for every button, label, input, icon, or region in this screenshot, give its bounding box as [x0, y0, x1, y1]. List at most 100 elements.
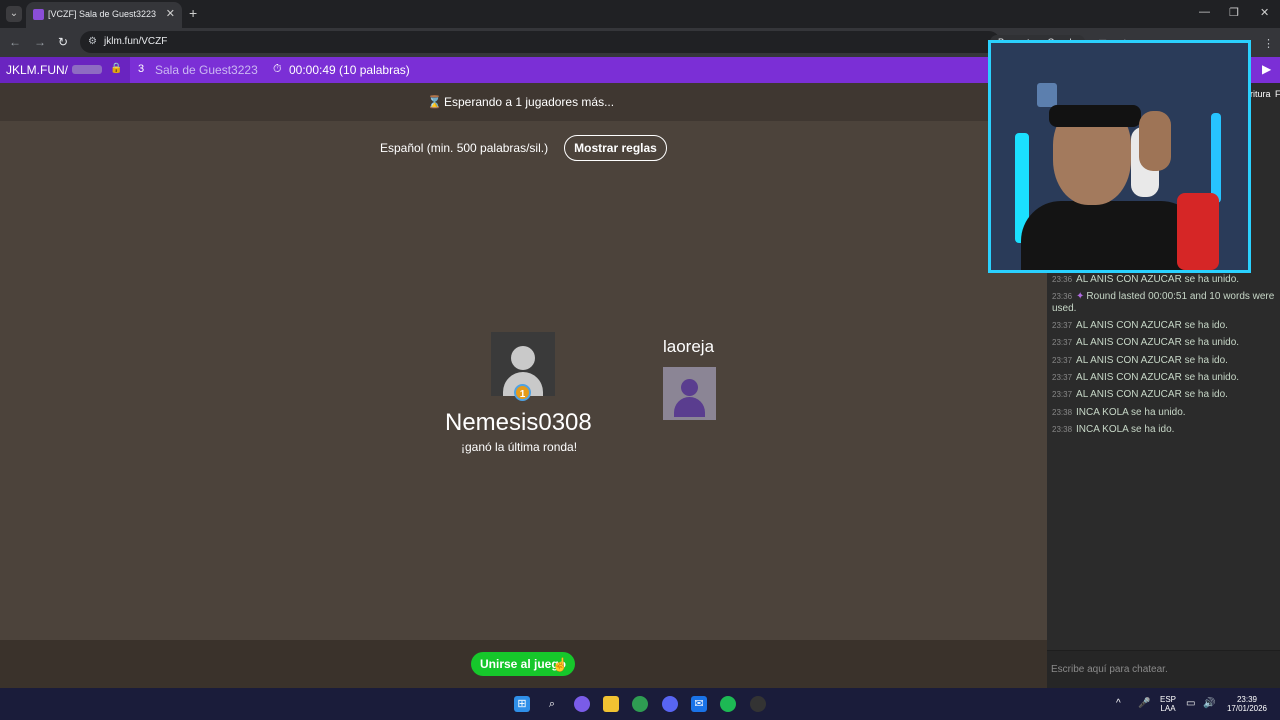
brand-text: JKLM.FUN/ — [6, 63, 69, 77]
last-round-winner-text: ¡ganó la última ronda! — [461, 440, 578, 454]
join-bar: Unirse al juego ☝ — [0, 640, 1047, 688]
minimize-icon[interactable]: — — [1199, 6, 1210, 18]
chat-tab-label-2[interactable]: F — [1275, 89, 1280, 99]
lock-icon: 🔒 — [110, 63, 123, 74]
chat-time: 23:37 — [1052, 356, 1073, 365]
chat-time: 23:37 — [1052, 373, 1073, 382]
language-indicator[interactable]: ESP LAA — [1158, 695, 1178, 713]
discord-icon[interactable] — [662, 696, 678, 712]
players-count: 3 — [138, 63, 145, 75]
dictionary-label: Español (min. 500 palabras/sil.) — [380, 141, 549, 155]
chat-message: 23:37 AL ANIS CON AZUCAR se ha ido. — [1052, 389, 1276, 401]
chat-time: 23:38 — [1052, 408, 1073, 417]
chat-text: AL ANIS CON AZUCAR se ha unido. — [1076, 372, 1240, 383]
network-icon[interactable]: ▭ — [1186, 699, 1195, 709]
screen: ⌄ [VCZF] Sala de Guest3223 ✕ + — ❐ ✕ ← →… — [0, 0, 1280, 720]
os-taskbar: ⊞ ⌕ ✉ ^ 🎤 ESP LAA ▭ 🔊 23:39 17/01/2026 — [0, 688, 1280, 720]
clock-date: 17/01/2026 — [1226, 704, 1268, 713]
language-top: ESP — [1159, 695, 1176, 704]
chat-text: AL ANIS CON AZUCAR se ha ido. — [1076, 355, 1228, 366]
chat-text: INCA KOLA se ha ido. — [1076, 424, 1175, 435]
avatar-body — [674, 397, 705, 417]
webcam-light — [1211, 113, 1221, 203]
site-info-icon[interactable]: ⚙ — [88, 36, 97, 47]
browser-menu-icon[interactable]: ⋮ — [1263, 37, 1274, 50]
round-timer: 00:00:49 (10 palabras) — [289, 63, 410, 77]
round-end-icon: ✦ — [1076, 291, 1085, 302]
clock[interactable]: 23:39 17/01/2026 — [1222, 695, 1272, 713]
avatar-head — [511, 346, 535, 370]
forward-icon[interactable]: → — [34, 35, 46, 49]
room-name: Sala de Guest3223 — [155, 63, 258, 77]
chat-input-area — [1047, 650, 1280, 688]
brand[interactable]: JKLM.FUN/ 🔒 — [0, 57, 130, 83]
waiting-status: Esperando a 1 jugadores más... — [444, 95, 615, 109]
webcam-headband — [1049, 105, 1141, 127]
chat-message: 23:38 INCA KOLA se ha unido. — [1052, 407, 1276, 419]
volume-icon[interactable]: 🔊 — [1203, 699, 1215, 709]
medal-icon: 1 — [514, 384, 531, 401]
restore-icon[interactable]: ❐ — [1229, 6, 1239, 19]
expand-arrow-icon[interactable]: ▶ — [1262, 62, 1271, 76]
copilot-icon[interactable] — [574, 696, 590, 712]
player2-avatar — [663, 367, 716, 420]
webcam-overlay — [988, 40, 1251, 273]
chat-message: 23:37 AL ANIS CON AZUCAR se ha unido. — [1052, 337, 1276, 349]
hourglass-icon: ⌛ — [427, 95, 442, 109]
chat-time: 23:37 — [1052, 338, 1073, 347]
webcam-chair — [1177, 193, 1219, 270]
back-icon[interactable]: ← — [9, 35, 21, 49]
chat-text: AL ANIS CON AZUCAR se ha unido. — [1076, 337, 1240, 348]
close-window-icon[interactable]: ✕ — [1260, 6, 1269, 19]
browser-tab[interactable]: [VCZF] Sala de Guest3223 ✕ — [26, 2, 182, 28]
site-favicon-icon — [33, 9, 44, 20]
close-tab-icon[interactable]: ✕ — [166, 7, 175, 20]
microphone-icon[interactable]: 🎤 — [1138, 699, 1150, 709]
webcam-shelf-item — [1037, 83, 1057, 107]
stopwatch-icon: ⏱ — [273, 63, 282, 75]
mail-icon[interactable]: ✉ — [691, 696, 707, 712]
chat-time: 23:38 — [1052, 425, 1073, 434]
tab-title: [VCZF] Sala de Guest3223 — [48, 9, 157, 19]
webcam-person-body — [1021, 201, 1201, 270]
start-icon[interactable]: ⊞ — [514, 696, 530, 712]
status-band: ⌛ Esperando a 1 jugadores más... — [0, 83, 1047, 121]
chat-time: 23:36 — [1052, 292, 1073, 301]
language-bottom: LAA — [1160, 704, 1176, 713]
show-rules-button[interactable]: Mostrar reglas — [564, 135, 667, 161]
new-tab-icon[interactable]: + — [189, 5, 197, 21]
url-text: jklm.fun/VCZF — [104, 36, 168, 47]
chat-text: AL ANIS CON AZUCAR se ha unido. — [1076, 274, 1240, 285]
chrome-icon[interactable] — [632, 696, 648, 712]
chat-message: 23:37 AL ANIS CON AZUCAR se ha ido. — [1052, 320, 1276, 332]
chat-text: Round lasted 00:00:51 and 10 words were … — [1052, 291, 1275, 314]
avatar-head — [681, 379, 698, 396]
chat-time: 23:37 — [1052, 321, 1073, 330]
chat-time: 23:36 — [1052, 275, 1073, 284]
browser-tab-strip: ⌄ [VCZF] Sala de Guest3223 ✕ + — ❐ ✕ — [0, 0, 1280, 28]
player2-name: laoreja — [663, 337, 715, 356]
tray-overflow-icon[interactable]: ^ — [1116, 699, 1121, 709]
chat-text: AL ANIS CON AZUCAR se ha ido. — [1076, 389, 1228, 400]
chat-message: 23:36 AL ANIS CON AZUCAR se ha unido. — [1052, 274, 1276, 286]
obs-icon[interactable] — [750, 696, 766, 712]
tab-search-icon[interactable]: ⌄ — [6, 6, 22, 22]
chat-tab-label[interactable]: ritura — [1250, 89, 1271, 99]
spotify-icon[interactable] — [720, 696, 736, 712]
url-field[interactable]: ⚙ jklm.fun/VCZF — [80, 31, 1000, 53]
room-code-blurred — [72, 65, 102, 74]
search-icon[interactable]: ⌕ — [544, 696, 560, 712]
chat-text: AL ANIS CON AZUCAR se ha ido. — [1076, 320, 1228, 331]
chat-input[interactable] — [1051, 659, 1271, 679]
game-area: ⌛ Esperando a 1 jugadores más... Español… — [0, 83, 1047, 640]
reload-icon[interactable]: ↻ — [58, 35, 68, 49]
player1-name: Nemesis0308 — [445, 409, 592, 436]
chat-time: 23:37 — [1052, 390, 1073, 399]
chat-message: 23:36 ✦ Round lasted 00:00:51 and 10 words… — [1052, 291, 1276, 315]
chat-text: INCA KOLA se ha unido. — [1076, 407, 1186, 418]
file-explorer-icon[interactable] — [603, 696, 619, 712]
hand-cursor-icon: ☝ — [552, 657, 569, 672]
chat-message: 23:37 AL ANIS CON AZUCAR se ha ido. — [1052, 355, 1276, 367]
webcam-hand — [1139, 111, 1171, 171]
clock-time: 23:39 — [1236, 695, 1258, 704]
